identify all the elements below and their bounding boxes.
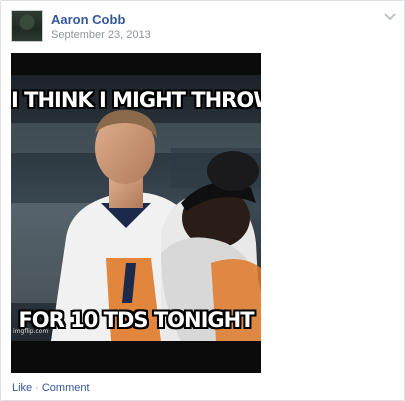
like-link[interactable]: Like xyxy=(12,382,32,394)
watermark: imgflip.com xyxy=(13,328,49,335)
avatar[interactable] xyxy=(11,10,43,42)
post-timestamp[interactable]: September 23, 2013 xyxy=(51,29,151,41)
post-card: Aaron Cobb September 23, 2013 I THINK I … xyxy=(0,0,405,401)
comment-link[interactable]: Comment xyxy=(42,382,90,394)
post-actions: Like · Comment xyxy=(12,382,90,394)
post-photo[interactable]: I THINK I MIGHT THROW FOR 10 TDS TONIGHT… xyxy=(11,53,261,373)
author-name[interactable]: Aaron Cobb xyxy=(51,12,125,27)
meme-top-caption: I THINK I MIGHT THROW xyxy=(11,88,261,112)
meme-bottom-caption: FOR 10 TDS TONIGHT xyxy=(18,308,254,332)
chevron-down-icon[interactable] xyxy=(383,11,397,23)
action-separator: · xyxy=(35,382,39,394)
